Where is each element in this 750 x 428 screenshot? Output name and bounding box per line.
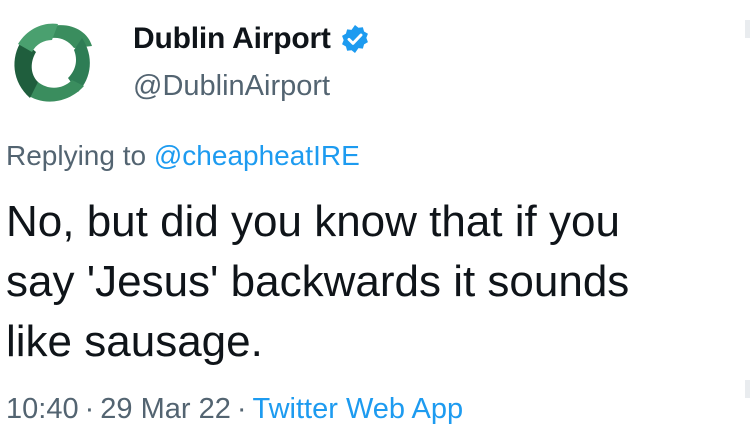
tweet-card: Dublin Airport @DublinAirport Replying t… [0,0,750,428]
display-name[interactable]: Dublin Airport [133,22,331,56]
tweet-text-line: say 'Jesus' backwards it sounds [6,257,630,306]
edge-artifact [745,20,750,38]
profile-avatar[interactable] [2,12,102,112]
user-handle[interactable]: @DublinAirport [133,70,330,103]
tweet-text: No, but did you know that if you say 'Je… [6,192,736,372]
tweet-date[interactable]: 29 Mar 22 [100,393,231,425]
tweet-source-link[interactable]: Twitter Web App [253,393,464,425]
verified-badge-icon [339,23,371,55]
tweet-time[interactable]: 10:40 [6,393,79,425]
separator-dot: · [84,393,95,425]
reply-to-handle-link[interactable]: @cheapheatIRE [154,140,360,171]
tweet-text-line: like sausage. [6,317,263,366]
tweet-metadata: 10:40 · 29 Mar 22 · Twitter Web App [6,393,463,426]
dublin-airport-logo-icon [2,12,102,112]
edge-artifact [745,380,750,398]
separator-dot: · [236,393,247,425]
display-name-row: Dublin Airport [133,17,371,61]
replying-to-line: Replying to @cheapheatIRE [6,140,360,172]
replying-to-label: Replying to [6,140,154,171]
tweet-text-line: No, but did you know that if you [6,197,620,246]
